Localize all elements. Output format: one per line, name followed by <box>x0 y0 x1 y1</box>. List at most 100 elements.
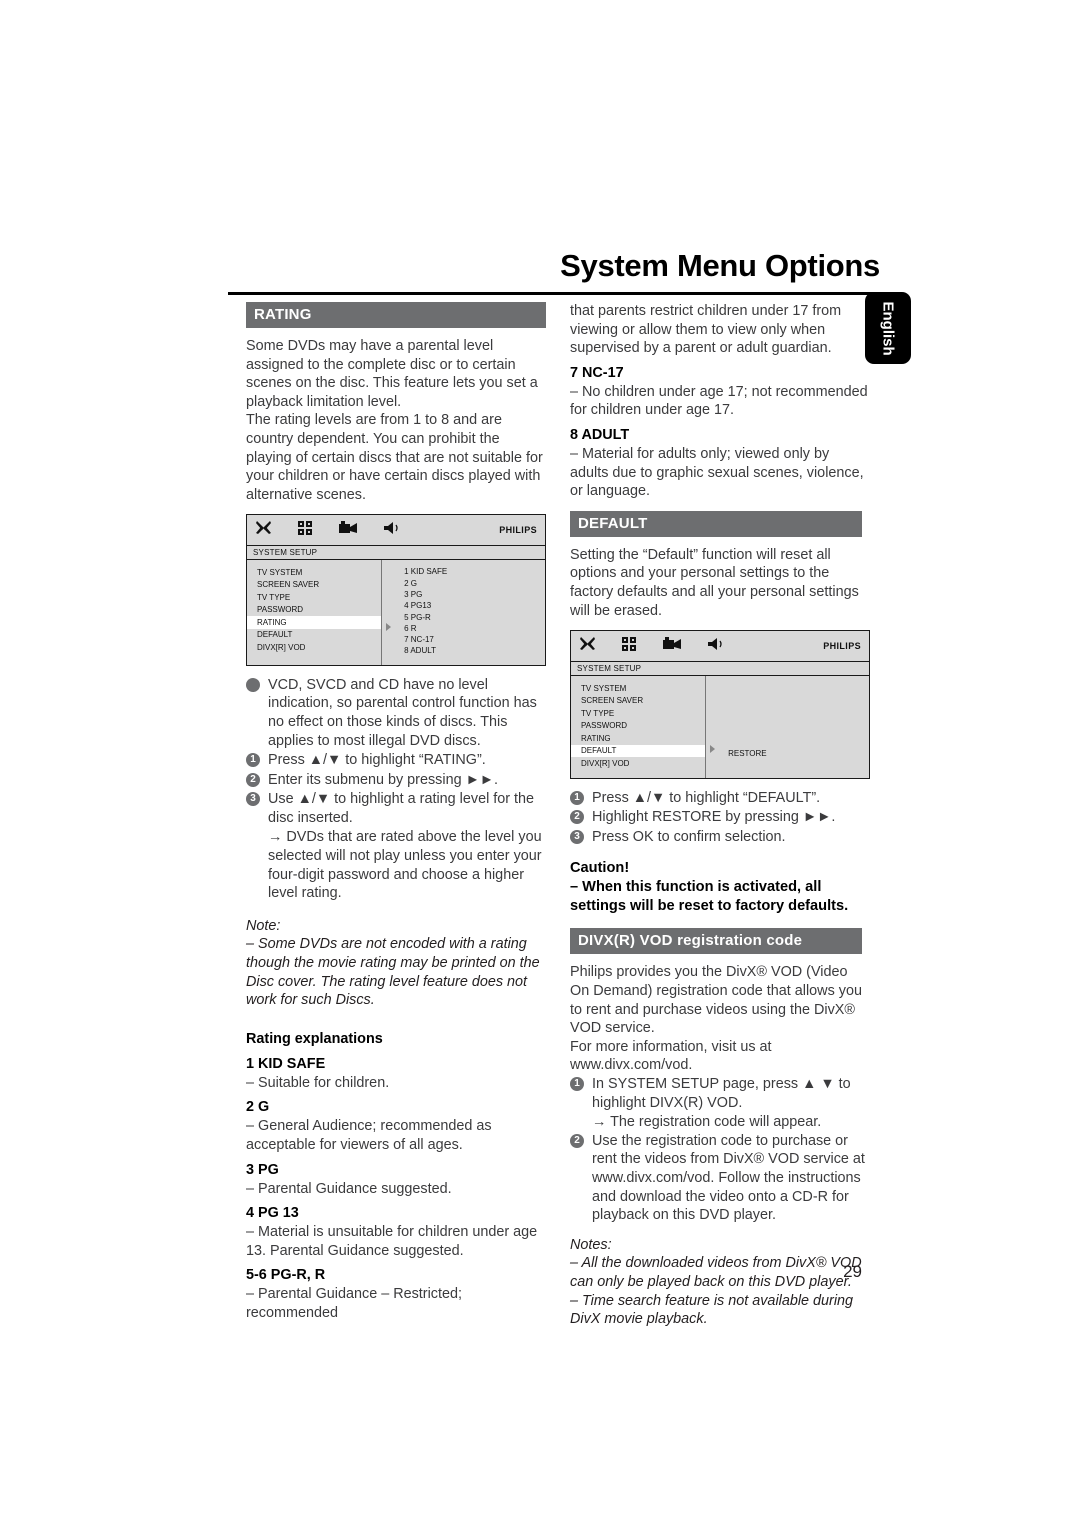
osd-option[interactable]: 1 KID SAFE <box>382 566 545 577</box>
rating-label: 2 G <box>246 1099 270 1116</box>
osd-option[interactable]: 8 ADULT <box>382 645 545 656</box>
section-header-divx: DIVX(R) VOD registration code <box>570 928 862 955</box>
rating-description: – Material is unsuitable for children un… <box>246 1224 538 1259</box>
osd-menu-item[interactable]: DIVX[R] VOD <box>571 757 705 770</box>
video-icon <box>339 520 358 540</box>
step-result-text: → The registration code will appear. <box>592 1114 822 1131</box>
osd-menu-item-selected[interactable]: DEFAULT <box>571 744 706 758</box>
left-column: RATING Some DVDs may have a parental lev… <box>246 302 546 1323</box>
osd-title-bar: SYSTEM SETUP <box>247 546 545 561</box>
step-result-text: → DVDs that are rated above the level yo… <box>268 829 542 902</box>
osd-title-bar: SYSTEM SETUP <box>571 662 869 677</box>
philips-logo: PHILIPS <box>499 525 537 536</box>
step-number-3: 3 <box>246 792 260 807</box>
osd-menu-item[interactable]: PASSWORD <box>571 720 705 733</box>
rating-label: 4 PG 13 <box>246 1205 299 1222</box>
note-label: Note: <box>246 917 281 934</box>
continued-paragraph: that parents restrict children under 17 … <box>570 303 842 357</box>
step-item: 1 Press ▲/▼ to highlight “RATING”. <box>246 751 546 770</box>
step-text: Press ▲/▼ to highlight “DEFAULT”. <box>592 789 821 806</box>
osd-option[interactable]: RESTORE <box>706 748 869 759</box>
preferences-icon <box>298 520 313 540</box>
rating-label: 8 ADULT <box>570 426 630 443</box>
section-header-default: DEFAULT <box>570 510 862 537</box>
osd-option[interactable]: 6 R <box>382 623 545 634</box>
section-header-rating: RATING <box>246 302 546 328</box>
default-steps: 1 Press ▲/▼ to highlight “DEFAULT”. 2 Hi… <box>570 789 870 847</box>
osd-option[interactable]: 2 G <box>382 578 545 589</box>
osd-option[interactable]: 4 PG13 <box>382 600 545 611</box>
step-text: Press OK to confirm selection. <box>592 828 786 845</box>
step-text: Enter its submenu by pressing ►►. <box>268 771 499 788</box>
language-tab: English <box>865 292 911 364</box>
osd-icon-row: PHILIPS <box>247 515 545 547</box>
video-icon <box>663 636 682 656</box>
rating-label: 7 NC-17 <box>570 364 624 381</box>
osd-menu-item-selected[interactable]: RATING <box>247 616 382 629</box>
osd-option[interactable]: 7 NC-17 <box>382 634 545 645</box>
osd-menu-item[interactable]: DEFAULT <box>247 629 381 642</box>
osd-menu-list: TV SYSTEM SCREEN SAVER TV TYPE PASSWORD … <box>571 676 707 778</box>
bullet-note-text: VCD, SVCD and CD have no level indicatio… <box>268 676 537 749</box>
osd-menu-item[interactable]: RATING <box>571 732 705 745</box>
osd-menu-item[interactable]: TV SYSTEM <box>247 566 381 579</box>
osd-options-list: 1 KID SAFE 2 G 3 PG 4 PG13 5 PG-R 6 R 7 … <box>382 560 545 664</box>
rating-description: – Material for adults only; viewed only … <box>570 445 864 500</box>
caution-label: Caution! <box>570 860 630 877</box>
step-number-2: 2 <box>246 772 260 787</box>
divx-paragraph-2: For more information, visit us at www.di… <box>570 1038 772 1074</box>
osd-menu-item[interactable]: SCREEN SAVER <box>247 579 381 592</box>
osd-menu-item[interactable]: DIVX[R] VOD <box>247 641 381 654</box>
osd-pointer-icon <box>710 745 716 754</box>
note-text: – Some DVDs are not encoded with a ratin… <box>246 936 540 1009</box>
osd-menu-list: TV SYSTEM SCREEN SAVER TV TYPE PASSWORD … <box>247 560 383 665</box>
language-tab-label: English <box>879 301 897 356</box>
step-number-1: 1 <box>570 790 584 805</box>
osd-screenshot-rating: PHILIPS SYSTEM SETUP TV SYSTEM SCREEN SA… <box>246 514 546 666</box>
osd-menu-item[interactable]: TV TYPE <box>247 591 381 604</box>
osd-body: TV SYSTEM SCREEN SAVER TV TYPE PASSWORD … <box>247 560 545 665</box>
audio-icon <box>384 521 403 540</box>
osd-menu-item[interactable]: TV SYSTEM <box>571 682 705 695</box>
osd-menu-item[interactable]: PASSWORD <box>247 604 381 617</box>
step-number-1: 1 <box>246 753 260 768</box>
philips-logo: PHILIPS <box>823 641 861 652</box>
step-number-3: 3 <box>570 829 584 844</box>
header-rule <box>228 292 880 295</box>
step-item: 2 Use the registration code to purchase … <box>570 1132 870 1225</box>
rating-description: – General Audience; recommended as accep… <box>246 1118 492 1153</box>
rating-description: – Parental Guidance suggested. <box>246 1180 452 1197</box>
step-number-1: 1 <box>570 1076 584 1091</box>
step-text: Use the registration code to purchase or… <box>592 1132 865 1224</box>
audio-icon <box>708 637 727 656</box>
osd-screenshot-default: PHILIPS SYSTEM SETUP TV SYSTEM SCREEN SA… <box>570 630 870 779</box>
osd-body: TV SYSTEM SCREEN SAVER TV TYPE PASSWORD … <box>571 676 869 778</box>
step-number-2: 2 <box>570 1133 584 1148</box>
divx-steps: 1 In SYSTEM SETUP page, press ▲ ▼ to hig… <box>570 1075 870 1225</box>
rating-label: 3 PG <box>246 1161 279 1178</box>
step-text: Use ▲/▼ to highlight a rating level for … <box>268 791 535 826</box>
bullet-note: . VCD, SVCD and CD have no level indicat… <box>246 676 546 750</box>
osd-icon-row: PHILIPS <box>571 631 869 663</box>
osd-menu-item[interactable]: TV TYPE <box>571 707 705 720</box>
rating-intro-paragraph-2: The rating levels are from 1 to 8 and ar… <box>246 412 543 503</box>
rating-steps: . VCD, SVCD and CD have no level indicat… <box>246 676 546 903</box>
rating-description: – Suitable for children. <box>246 1074 390 1091</box>
step-text: In SYSTEM SETUP page, press ▲ ▼ to highl… <box>592 1075 851 1111</box>
step-item: 3 Press OK to confirm selection. <box>570 828 870 847</box>
divx-paragraph-1: Philips provides you the DivX® VOD (Vide… <box>570 964 862 1037</box>
step-item: 2 Highlight RESTORE by pressing ►►. <box>570 808 870 827</box>
osd-option[interactable]: 3 PG <box>382 589 545 600</box>
page-title: System Menu Options <box>560 248 880 283</box>
rating-intro-paragraph-1: Some DVDs may have a parental level assi… <box>246 338 538 410</box>
rating-label: 5-6 PG-R, R <box>246 1267 326 1284</box>
default-paragraph: Setting the “Default” function will rese… <box>570 546 859 619</box>
preferences-icon <box>622 636 637 656</box>
osd-menu-item[interactable]: SCREEN SAVER <box>571 695 705 708</box>
osd-option[interactable]: 5 PG-R <box>382 612 545 623</box>
note-text: – Time search feature is not available d… <box>570 1292 854 1328</box>
step-text: Press ▲/▼ to highlight “RATING”. <box>268 752 486 769</box>
osd-pointer-icon <box>386 623 392 632</box>
tools-icon <box>255 520 272 540</box>
right-column: that parents restrict children under 17 … <box>570 302 870 1329</box>
